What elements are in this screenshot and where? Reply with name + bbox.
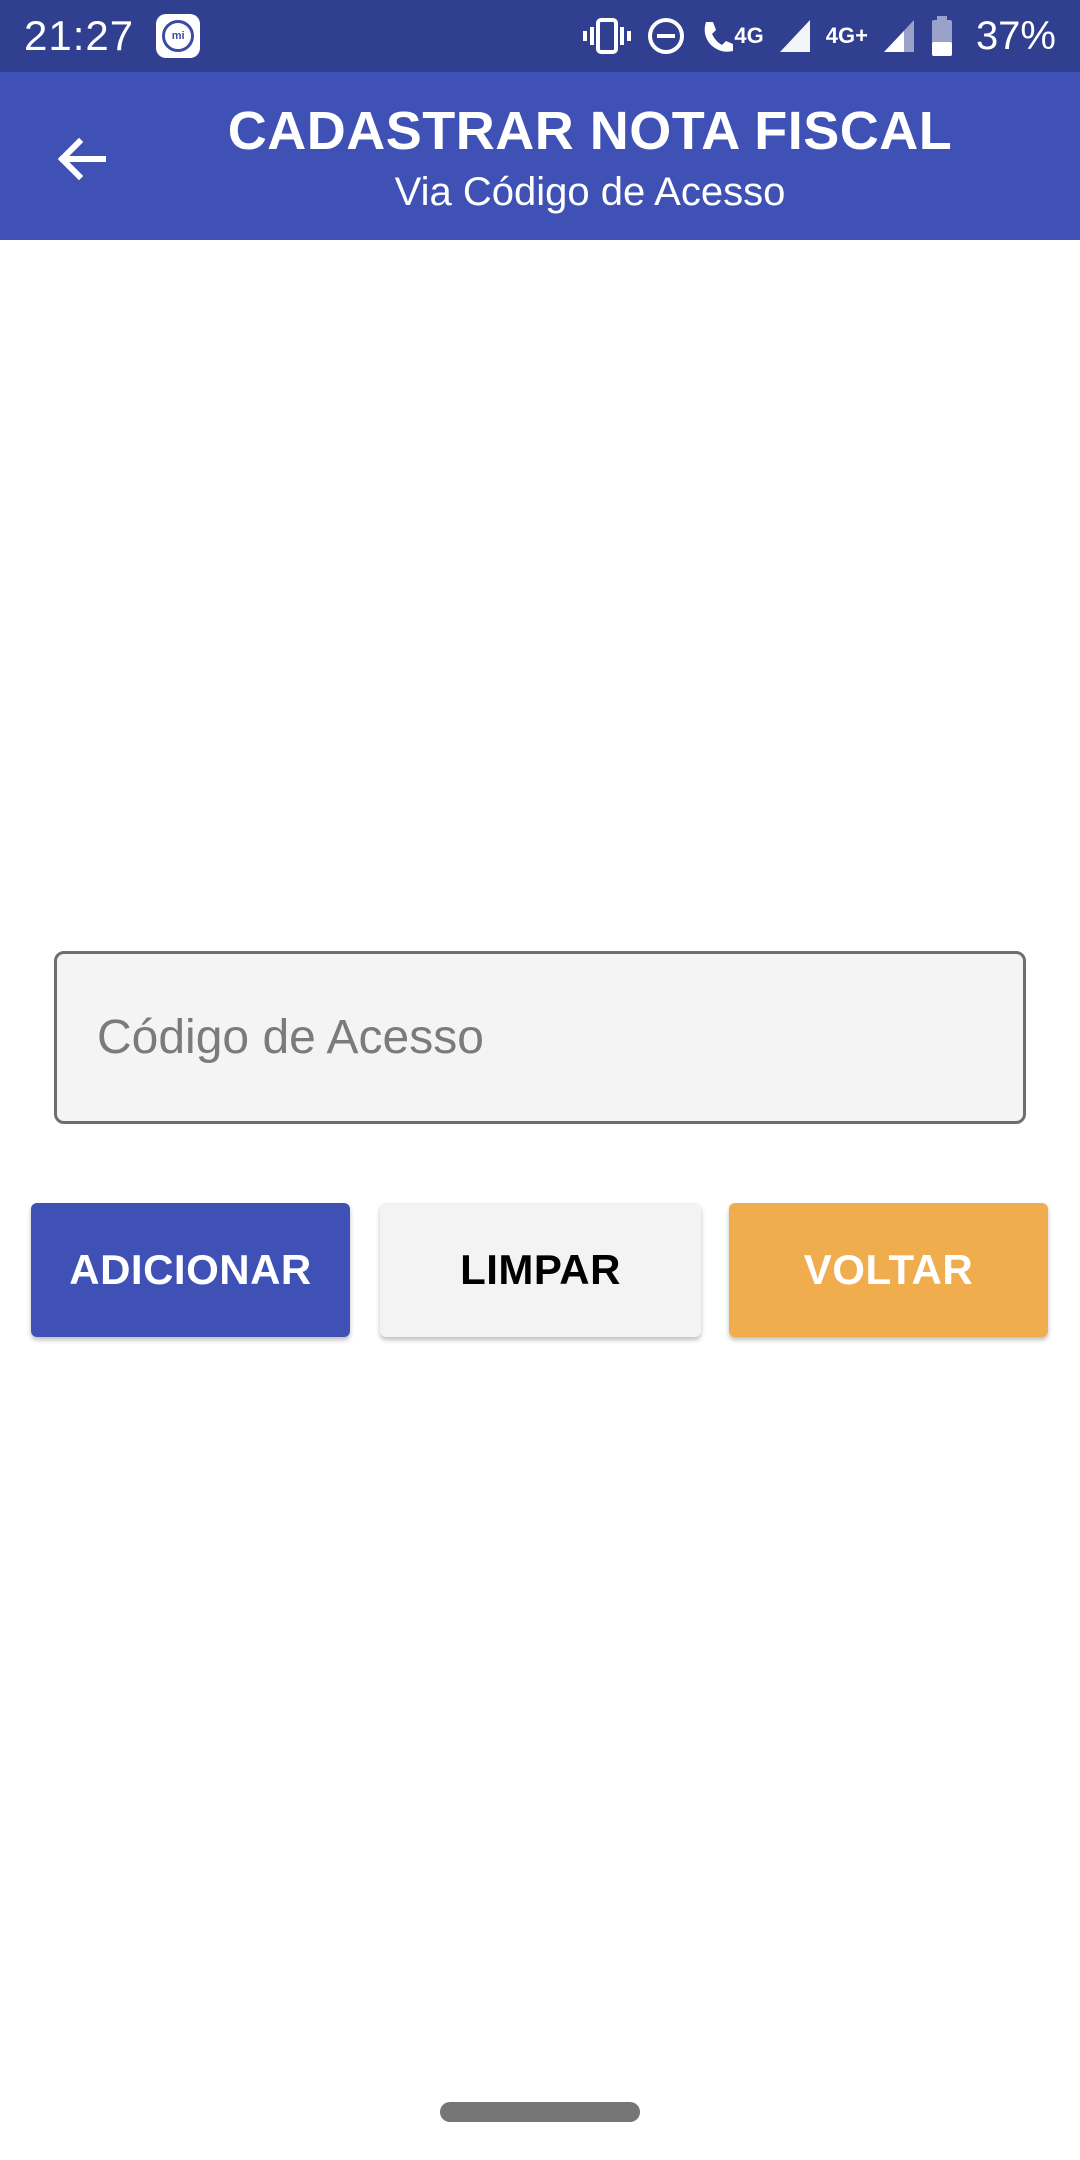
back-button[interactable] — [36, 114, 126, 204]
signal-icon — [778, 14, 812, 58]
status-time: 21:27 — [24, 12, 135, 59]
signal-icon-2 — [882, 14, 916, 58]
battery-percentage: 37% — [975, 13, 1056, 58]
back-action-button[interactable]: VOLTAR — [729, 1203, 1048, 1337]
mi-icon: mi — [156, 14, 201, 58]
home-indicator[interactable] — [440, 2102, 640, 2122]
call-icon: 4G — [700, 14, 764, 58]
network-label-1: 4G — [734, 23, 764, 48]
app-bar: CADASTRAR NOTA FISCAL Via Código de Aces… — [0, 72, 1080, 240]
access-code-field[interactable] — [54, 951, 1026, 1124]
battery-icon — [930, 14, 954, 58]
status-bar: 21:27 mi 4G 4G+ 37% — [0, 0, 1080, 72]
header-title-block: CADASTRAR NOTA FISCAL Via Código de Aces… — [140, 98, 1040, 218]
add-button[interactable]: ADICIONAR — [31, 1203, 350, 1337]
arrow-left-icon — [57, 137, 106, 181]
page-title: CADASTRAR NOTA FISCAL — [227, 101, 953, 161]
dnd-icon — [646, 14, 686, 58]
network-label-2: 4G+ — [825, 23, 868, 48]
vibrate-icon — [582, 14, 632, 58]
status-icons: 4G 4G+ 37% — [582, 14, 1056, 59]
access-code-input[interactable] — [97, 1010, 1023, 1065]
clear-button[interactable]: LIMPAR — [380, 1203, 701, 1337]
page-subtitle: Via Código de Acesso — [394, 170, 786, 214]
